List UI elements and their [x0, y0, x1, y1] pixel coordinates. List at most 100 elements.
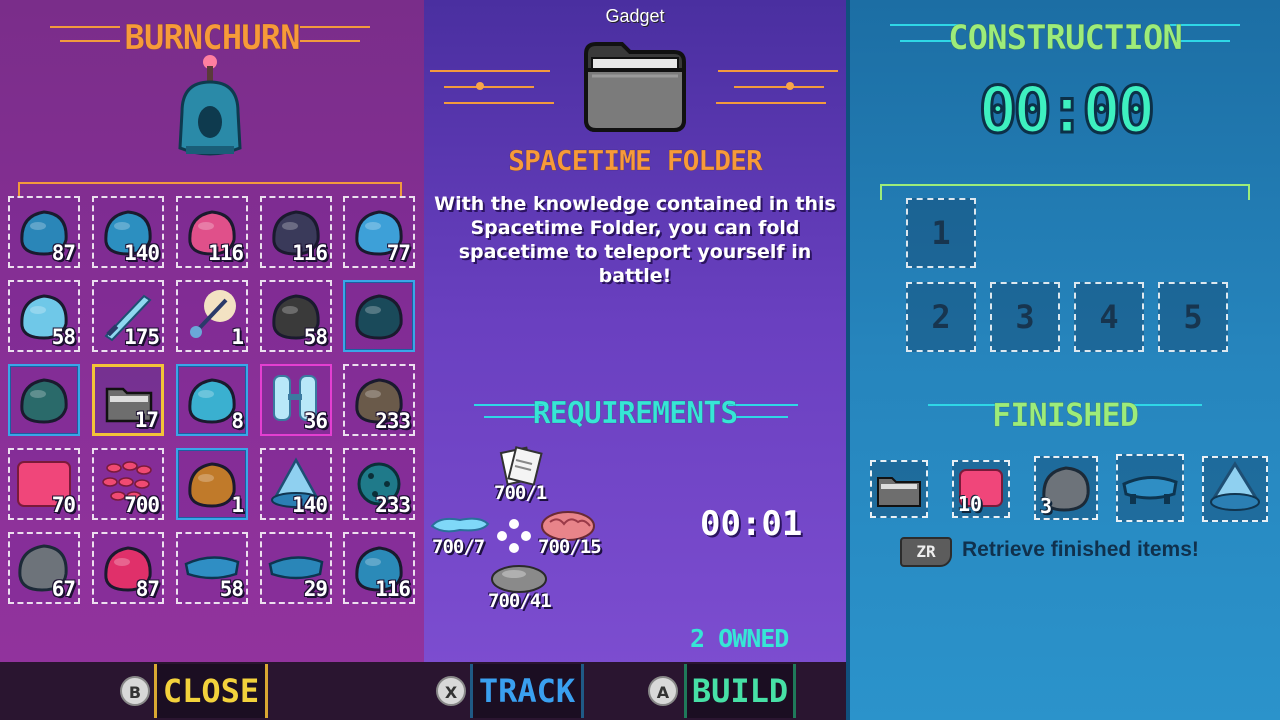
- blue-slab-icon: [1122, 476, 1178, 504]
- build-time: 00:01: [700, 504, 803, 544]
- workbench-inventory-panel: BURNCHURN 87 140 116 116 77 58 175 1 58 17 8 36 233 7…: [0, 0, 424, 720]
- inventory-slot[interactable]: 140: [260, 448, 332, 520]
- inventory-count: 116: [292, 241, 328, 265]
- throne-icon: [20, 378, 68, 424]
- construction-slot-2[interactable]: 2: [906, 282, 976, 352]
- retrieve-hint: Retrieve finished items!: [962, 538, 1199, 561]
- bracket-line: [880, 184, 882, 200]
- zr-button-icon[interactable]: ZR: [900, 537, 952, 567]
- inventory-slot[interactable]: [343, 280, 415, 352]
- inventory-count: 17: [134, 408, 159, 432]
- requirement-count: 700/15: [538, 536, 602, 558]
- requirement-count: 700/7: [432, 536, 485, 558]
- x-button-icon: X: [436, 676, 466, 706]
- construction-slot-4[interactable]: 4: [1074, 282, 1144, 352]
- inventory-count: 58: [219, 577, 244, 601]
- inventory-slot[interactable]: 175: [92, 280, 164, 352]
- construction-title: CONSTRUCTION: [948, 18, 1183, 59]
- inventory-count: 175: [124, 325, 160, 349]
- finished-item-rock[interactable]: 3: [1034, 456, 1098, 520]
- inventory-slot[interactable]: 58: [176, 532, 248, 604]
- inventory-slot[interactable]: 36: [260, 364, 332, 436]
- requirement-count: 700/41: [488, 590, 552, 612]
- circuit-decoration: [734, 86, 824, 88]
- spacetime-folder-icon: [584, 42, 686, 132]
- finished-item-folder[interactable]: [870, 460, 928, 518]
- bracket-line: [400, 182, 402, 196]
- inventory-slot[interactable]: 67: [8, 532, 80, 604]
- bracket-line: [18, 182, 20, 196]
- inventory-slot[interactable]: 17: [92, 364, 164, 436]
- construction-timer: 00:00: [977, 73, 1157, 150]
- item-detail-panel: Gadget SPACETIME FOLDER With the knowled…: [424, 0, 846, 720]
- item-category: Gadget: [605, 6, 665, 26]
- inventory-count: 116: [375, 577, 411, 601]
- construction-slot-5[interactable]: 5: [1158, 282, 1228, 352]
- construction-slot-1[interactable]: 1: [906, 198, 976, 268]
- finished-item-count: 10: [958, 492, 983, 516]
- inventory-count: 36: [303, 409, 328, 433]
- bracket-line: [880, 184, 1250, 186]
- circuit-decoration: [430, 70, 550, 72]
- inventory-slot[interactable]: 70: [8, 448, 80, 520]
- inventory-slot[interactable]: 116: [343, 532, 415, 604]
- inventory-count: 1: [231, 493, 244, 517]
- inventory-slot[interactable]: 58: [8, 280, 80, 352]
- inventory-slot[interactable]: 140: [92, 196, 164, 268]
- circuit-decoration: [716, 102, 826, 104]
- inventory-slot[interactable]: 29: [260, 532, 332, 604]
- inventory-slot[interactable]: 233: [343, 364, 415, 436]
- inventory-count: 1: [231, 325, 244, 349]
- finished-item-count: 3: [1040, 494, 1053, 518]
- owned-count: 2 OWNED: [690, 624, 789, 653]
- inventory-slot[interactable]: 77: [343, 196, 415, 268]
- item-name: SPACETIME FOLDER: [508, 144, 763, 178]
- merge-sparkle-icon: [497, 519, 531, 553]
- inventory-slot[interactable]: 1: [176, 280, 248, 352]
- inventory-count: 233: [375, 493, 411, 517]
- finished-item-slab[interactable]: [1116, 454, 1184, 522]
- circuit-node: [476, 82, 484, 90]
- inventory-count: 58: [51, 325, 76, 349]
- circuit-node: [786, 82, 794, 90]
- action-bar: B CLOSE X TRACK A BUILD: [0, 662, 846, 720]
- construction-slot-3[interactable]: 3: [990, 282, 1060, 352]
- bracket-line: [1248, 184, 1250, 200]
- requirements-title: REQUIREMENTS: [532, 396, 738, 432]
- inventory-count: 58: [303, 325, 328, 349]
- inventory-slot[interactable]: 87: [8, 196, 80, 268]
- inventory-count: 29: [303, 577, 328, 601]
- dark-container-icon: [355, 294, 403, 340]
- item-description: With the knowledge contained in this Spa…: [434, 193, 836, 287]
- inventory-count: 70: [51, 493, 76, 517]
- inventory-count: 140: [292, 493, 328, 517]
- bracket-line: [18, 182, 402, 184]
- inventory-count: 77: [386, 241, 411, 265]
- circuit-decoration: [444, 86, 534, 88]
- finished-item-flesh[interactable]: 10: [952, 460, 1010, 518]
- inventory-slot[interactable]: 116: [260, 196, 332, 268]
- inventory-slot[interactable]: 87: [92, 532, 164, 604]
- inventory-slot[interactable]: 58: [260, 280, 332, 352]
- inventory-slot[interactable]: [8, 364, 80, 436]
- requirement-count: 700/1: [494, 482, 547, 504]
- inventory-count: 87: [135, 577, 160, 601]
- circuit-decoration: [444, 102, 554, 104]
- inventory-slot[interactable]: 700: [92, 448, 164, 520]
- inventory-slot[interactable]: 233: [343, 448, 415, 520]
- inventory-count: 116: [208, 241, 244, 265]
- finished-title: FINISHED: [991, 396, 1140, 435]
- construction-panel: CONSTRUCTION 00:00 1 2 3 4 5 FINISHED 10…: [846, 0, 1280, 720]
- close-button[interactable]: CLOSE: [154, 664, 268, 718]
- a-button-icon: A: [648, 676, 678, 706]
- inventory-slot[interactable]: 1: [176, 448, 248, 520]
- inventory-count: 8: [231, 409, 244, 433]
- inventory-slot[interactable]: 8: [176, 364, 248, 436]
- folder-icon: [877, 477, 921, 507]
- inventory-slot[interactable]: 116: [176, 196, 248, 268]
- b-button-icon: B: [120, 676, 150, 706]
- track-button[interactable]: TRACK: [470, 664, 584, 718]
- inventory-count: 67: [51, 577, 76, 601]
- build-button[interactable]: BUILD: [684, 664, 796, 718]
- finished-item-crystals[interactable]: [1202, 456, 1268, 522]
